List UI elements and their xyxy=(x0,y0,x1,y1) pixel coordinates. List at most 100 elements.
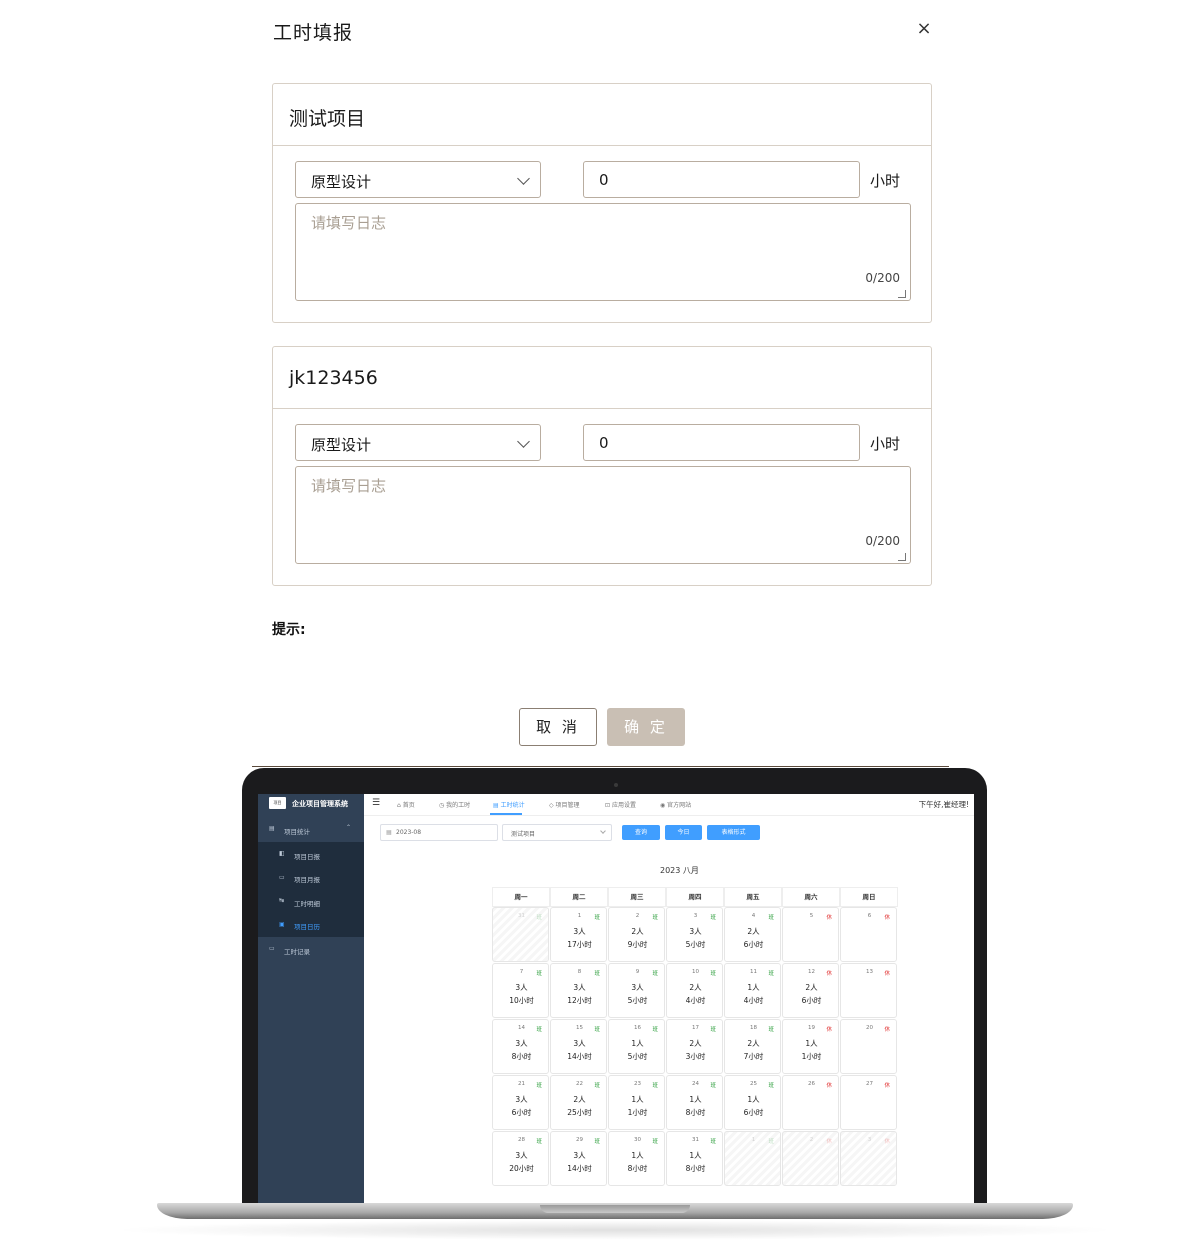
log-textarea[interactable] xyxy=(295,466,911,564)
weekday-label: 周五 xyxy=(724,887,782,907)
calendar-day-cell[interactable]: 29 班 3人 14小时 xyxy=(550,1131,607,1186)
calendar-day-cell[interactable]: 16 班 1人 5小时 xyxy=(608,1019,665,1074)
sidebar-item-daily[interactable]: 项目日报 xyxy=(294,851,320,861)
calendar-day-cell[interactable]: 8 班 3人 12小时 xyxy=(550,963,607,1018)
calendar-day-cell[interactable]: 15 班 3人 14小时 xyxy=(550,1019,607,1074)
calendar-day-cell[interactable]: 1班 xyxy=(724,1131,781,1186)
detail-icon: ↹ xyxy=(279,897,285,904)
menu-toggle-icon[interactable]: ☰ xyxy=(372,798,380,808)
day-type-tag: 班 xyxy=(594,971,600,977)
table-view-button[interactable]: 表格形式 xyxy=(707,825,760,840)
sidebar-item-monthly[interactable]: 项目月报 xyxy=(294,874,320,884)
people-count: 1人 xyxy=(805,1039,818,1048)
nav-label: 工时统计 xyxy=(500,802,525,809)
calendar-day-cell[interactable]: 20 休 xyxy=(840,1019,897,1074)
day-type-tag: 班 xyxy=(594,915,600,921)
nav-home[interactable]: ⌂ 首页 xyxy=(397,800,415,809)
calendar-day-cell[interactable]: 31 班 xyxy=(492,907,549,962)
people-count: 1人 xyxy=(747,983,760,992)
confirm-button[interactable]: 确 定 xyxy=(607,708,685,746)
calendar-day-cell[interactable]: 7 班 3人 10小时 xyxy=(492,963,549,1018)
sidebar-item-records[interactable]: 工时记录 xyxy=(284,946,310,956)
calendar-day-cell[interactable]: 31 班 1人 8小时 xyxy=(666,1131,723,1186)
calendar-day-cell[interactable]: 23 班 1人 1小时 xyxy=(608,1075,665,1130)
calendar-day-cell[interactable]: 21 班 3人 6小时 xyxy=(492,1075,549,1130)
calendar-day-cell[interactable]: 3休 xyxy=(840,1131,897,1186)
people-count: 3人 xyxy=(515,1039,528,1048)
task-type-select[interactable]: 原型设计 xyxy=(295,424,541,461)
day-type-tag: 班 xyxy=(710,1083,716,1089)
day-type-tag: 班 xyxy=(536,915,542,921)
hours-input[interactable] xyxy=(583,424,860,461)
calendar-day-cell[interactable]: 13 休 xyxy=(840,963,897,1018)
nav-label: 应用设置 xyxy=(611,802,636,809)
hours-total: 25小时 xyxy=(567,1108,592,1117)
sidebar-item-detail[interactable]: 工时明细 xyxy=(294,898,320,908)
hours-input[interactable] xyxy=(583,161,860,198)
divider xyxy=(252,766,949,767)
resize-handle-icon[interactable] xyxy=(898,553,906,561)
stats-icon: ▤ xyxy=(493,802,501,809)
resize-handle-icon[interactable] xyxy=(898,290,906,298)
calendar-day-cell[interactable]: 11 班 1人 4小时 xyxy=(724,963,781,1018)
query-button[interactable]: 查询 xyxy=(622,825,660,840)
calendar-day-cell[interactable]: 17 班 2人 3小时 xyxy=(666,1019,723,1074)
calendar-day-cell[interactable]: 27 休 xyxy=(840,1075,897,1130)
cancel-button[interactable]: 取 消 xyxy=(519,708,597,746)
nav-label: 官方网站 xyxy=(667,802,692,809)
log-textarea[interactable] xyxy=(295,203,911,301)
nav-hour-stats[interactable]: ▤ 工时统计 xyxy=(493,800,525,809)
calendar-day-cell[interactable]: 18 班 2人 7小时 xyxy=(724,1019,781,1074)
day-type-tag: 休 xyxy=(826,1027,832,1033)
chevron-down-icon xyxy=(517,172,530,185)
day-type-tag: 班 xyxy=(652,915,658,921)
people-count: 2人 xyxy=(573,1095,586,1104)
calendar-day-cell[interactable]: 1 班 3人 17小时 xyxy=(550,907,607,962)
close-icon[interactable]: × xyxy=(913,18,935,40)
task-type-select[interactable]: 原型设计 xyxy=(295,161,541,198)
nav-official-site[interactable]: ◉ 官方网站 xyxy=(660,800,691,809)
calendar-day-cell[interactable]: 2 班 2人 9小时 xyxy=(608,907,665,962)
calendar-day-cell[interactable]: 6休 xyxy=(840,907,897,962)
day-type-tag: 班 xyxy=(536,1083,542,1089)
calendar-day-cell[interactable]: 2休 xyxy=(782,1131,839,1186)
nav-project-mgmt[interactable]: ◇ 项目管理 xyxy=(549,800,580,809)
hours-total: 5小时 xyxy=(627,1052,648,1061)
hours-total: 1小时 xyxy=(627,1108,648,1117)
calendar-day-cell[interactable]: 19 休 1人 1小时 xyxy=(782,1019,839,1074)
calendar-day-cell[interactable]: 5休 xyxy=(782,907,839,962)
day-type-tag: 班 xyxy=(768,1083,774,1089)
weekday-label: 周二 xyxy=(550,887,608,907)
settings-icon: ⊡ xyxy=(605,802,612,809)
entry-card: jk123456 原型设计 小时 0/200 xyxy=(272,346,932,586)
calendar-day-cell[interactable]: 4 班 2人 6小时 xyxy=(724,907,781,962)
calendar-day-cell[interactable]: 22 班 2人 25小时 xyxy=(550,1075,607,1130)
calendar-day-cell[interactable]: 9 班 3人 5小时 xyxy=(608,963,665,1018)
calendar-day-cell[interactable]: 14 班 3人 8小时 xyxy=(492,1019,549,1074)
hours-unit: 小时 xyxy=(870,172,901,190)
sidebar-item-calendar[interactable]: 项目日历 xyxy=(294,921,320,931)
day-type-tag: 班 xyxy=(768,1139,774,1145)
sidebar-group-stats[interactable]: ▤ 项目统计 ⌃ xyxy=(258,818,364,842)
calendar-day-cell[interactable]: 25 班 1人 6小时 xyxy=(724,1075,781,1130)
system-title: 企业项目管理系统 xyxy=(292,800,348,808)
people-count: 1人 xyxy=(689,1151,702,1160)
month-picker[interactable]: ▦ 2023-08 xyxy=(380,824,498,841)
hours-total: 3小时 xyxy=(685,1052,706,1061)
today-button[interactable]: 今日 xyxy=(665,825,702,840)
calendar-day-cell[interactable]: 12 休 2人 6小时 xyxy=(782,963,839,1018)
calendar-day-cell[interactable]: 10 班 2人 4小时 xyxy=(666,963,723,1018)
calendar-day-cell[interactable]: 24 班 1人 8小时 xyxy=(666,1075,723,1130)
calendar-day-cell[interactable]: 3 班 3人 5小时 xyxy=(666,907,723,962)
nav-app-settings[interactable]: ⊡ 应用设置 xyxy=(605,800,636,809)
nav-my-hours[interactable]: ◷ 我的工时 xyxy=(439,800,470,809)
nav-label: 我的工时 xyxy=(446,802,471,809)
calendar-day-cell[interactable]: 30 班 1人 8小时 xyxy=(608,1131,665,1186)
project-name: jk123456 xyxy=(273,347,931,409)
dialog-title: 工时填报 xyxy=(273,22,354,44)
day-type-tag: 班 xyxy=(536,1027,542,1033)
project-select[interactable]: 测试项目 xyxy=(502,824,612,841)
calendar-day-cell[interactable]: 26 休 xyxy=(782,1075,839,1130)
month-value: 2023-08 xyxy=(396,829,422,836)
calendar-day-cell[interactable]: 28 班 3人 20小时 xyxy=(492,1131,549,1186)
